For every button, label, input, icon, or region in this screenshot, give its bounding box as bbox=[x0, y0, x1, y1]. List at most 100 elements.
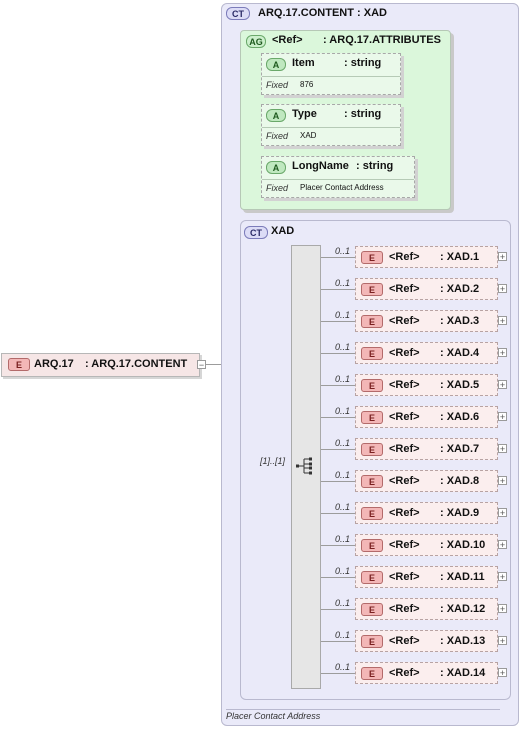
expand-toggle[interactable]: + bbox=[498, 604, 507, 614]
expand-toggle[interactable]: + bbox=[498, 284, 507, 294]
sequence-type-title: XAD bbox=[271, 225, 295, 237]
element-tag: E bbox=[361, 411, 383, 424]
sequence-element-row[interactable]: E <Ref>: XAD.6 bbox=[355, 406, 498, 428]
occurrence-label: 0..1 bbox=[335, 374, 351, 384]
attribute-type: : string bbox=[344, 57, 382, 69]
sequence-element-row[interactable]: E <Ref> : XAD.5 bbox=[355, 374, 498, 396]
fixed-label: Fixed bbox=[266, 183, 289, 193]
documentation-text: Placer Contact Address bbox=[226, 711, 321, 721]
element-type: : XAD.3 bbox=[440, 315, 480, 327]
occurrence-label: 0..1 bbox=[335, 566, 351, 576]
element-tag: E bbox=[361, 667, 383, 680]
fixed-value: XAD bbox=[300, 131, 317, 140]
element-tag: E bbox=[361, 443, 383, 456]
expand-toggle[interactable]: + bbox=[498, 476, 507, 486]
occurrence-label: 0..1 bbox=[335, 310, 351, 320]
expand-toggle[interactable]: + bbox=[498, 668, 507, 678]
child-connector bbox=[321, 673, 355, 674]
attribute-longname-item[interactable]: A LongName : string Fixed Placer Contact… bbox=[261, 156, 415, 198]
child-connector bbox=[321, 609, 355, 610]
expand-toggle[interactable]: + bbox=[498, 380, 507, 390]
element-type: : XAD.14 bbox=[440, 667, 486, 679]
sequence-element-row[interactable]: E <Ref> : XAD.10 bbox=[355, 534, 498, 556]
attribute-group-type: : ARQ.17.ATTRIBUTES bbox=[323, 34, 441, 46]
attribute-type-item[interactable]: A Type : string Fixed XAD bbox=[261, 104, 401, 146]
expand-toggle[interactable]: + bbox=[498, 348, 507, 358]
fixed-label: Fixed bbox=[266, 131, 289, 141]
collapse-toggle[interactable]: − bbox=[197, 360, 206, 370]
sequence-element-row[interactable]: E <Ref>: XAD.1 bbox=[355, 246, 498, 268]
expand-toggle[interactable]: + bbox=[498, 508, 507, 518]
sequence-element-row[interactable]: E <Ref>: XAD.7 bbox=[355, 438, 498, 460]
attribute-name: Type bbox=[292, 108, 317, 120]
element-type: : XAD.10 bbox=[440, 539, 486, 551]
child-connector bbox=[321, 513, 355, 514]
element-tag: E bbox=[361, 283, 383, 296]
attribute-item[interactable]: A Item : string Fixed 876 bbox=[261, 53, 401, 95]
element-tag: E bbox=[361, 539, 383, 552]
element-tag: E bbox=[361, 571, 383, 584]
root-element-type: : ARQ.17.CONTENT bbox=[85, 358, 188, 370]
expand-toggle[interactable]: + bbox=[498, 252, 507, 262]
child-connector bbox=[321, 545, 355, 546]
element-ref: <Ref> bbox=[389, 667, 420, 679]
sequence-element-row[interactable]: E <Ref> : XAD.14 bbox=[355, 662, 498, 684]
occurrence-label: 0..1 bbox=[335, 662, 351, 672]
sequence-element-row[interactable]: E <Ref> : XAD.11 bbox=[355, 566, 498, 588]
occurrence-label: 0..1 bbox=[335, 598, 351, 608]
expand-toggle[interactable]: + bbox=[498, 444, 507, 454]
element-type: : XAD.5 bbox=[440, 379, 480, 391]
occurrence-label: 0..1 bbox=[335, 342, 351, 352]
sequence-icon bbox=[296, 457, 312, 475]
element-ref: <Ref> bbox=[389, 379, 420, 391]
element-ref: <Ref> bbox=[389, 475, 420, 487]
sequence-element-row[interactable]: E <Ref>: XAD.8 bbox=[355, 470, 498, 492]
element-ref: <Ref> bbox=[389, 539, 420, 551]
child-connector bbox=[321, 417, 355, 418]
root-element-name: ARQ.17 bbox=[34, 358, 74, 370]
occurrence-label: 0..1 bbox=[335, 246, 351, 256]
expand-toggle[interactable]: + bbox=[498, 572, 507, 582]
sequence-element-row[interactable]: E <Ref>: XAD.4 bbox=[355, 342, 498, 364]
element-tag: E bbox=[8, 358, 30, 371]
expand-toggle[interactable]: + bbox=[498, 636, 507, 646]
attribute-name: Item bbox=[292, 57, 315, 69]
occurrence-label: 0..1 bbox=[335, 502, 351, 512]
element-type: : XAD.6 bbox=[440, 411, 480, 423]
occurrence-label: 0..1 bbox=[335, 438, 351, 448]
attribute-group-ref: <Ref> bbox=[272, 34, 303, 46]
element-tag: E bbox=[361, 475, 383, 488]
element-ref: <Ref> bbox=[389, 571, 420, 583]
sequence-element-row[interactable]: E <Ref>: XAD.13 bbox=[355, 630, 498, 652]
sequence-element-row[interactable]: E <Ref>: XAD.2 bbox=[355, 278, 498, 300]
sequence-element-row[interactable]: E <Ref>: XAD.9 bbox=[355, 502, 498, 524]
element-ref: <Ref> bbox=[389, 251, 420, 263]
sequence-element-row[interactable]: E <Ref>: XAD.3 bbox=[355, 310, 498, 332]
attribute-tag: A bbox=[266, 161, 286, 174]
element-tag: E bbox=[361, 603, 383, 616]
element-tag: E bbox=[361, 507, 383, 520]
sequence-element-row[interactable]: E <Ref> : XAD.12 bbox=[355, 598, 498, 620]
occurrence-label: 0..1 bbox=[335, 278, 351, 288]
root-element[interactable]: E ARQ.17 : ARQ.17.CONTENT bbox=[1, 353, 200, 377]
expand-toggle[interactable]: + bbox=[498, 412, 507, 422]
element-tag: E bbox=[361, 379, 383, 392]
fixed-label: Fixed bbox=[266, 80, 289, 90]
child-connector bbox=[321, 289, 355, 290]
attribute-type: : string bbox=[356, 160, 394, 172]
child-connector bbox=[321, 641, 355, 642]
child-connector bbox=[321, 257, 355, 258]
element-type: : XAD.12 bbox=[440, 603, 486, 615]
element-ref: <Ref> bbox=[389, 347, 420, 359]
element-type: : XAD.7 bbox=[440, 443, 480, 455]
element-ref: <Ref> bbox=[389, 635, 420, 647]
element-type: : XAD.11 bbox=[440, 571, 485, 583]
expand-toggle[interactable]: + bbox=[498, 316, 507, 326]
expand-toggle[interactable]: + bbox=[498, 540, 507, 550]
attribute-divider bbox=[262, 179, 414, 180]
occurrence-label: 0..1 bbox=[335, 470, 351, 480]
fixed-value: 876 bbox=[300, 80, 314, 89]
element-ref: <Ref> bbox=[389, 603, 420, 615]
element-tag: E bbox=[361, 315, 383, 328]
element-ref: <Ref> bbox=[389, 507, 420, 519]
